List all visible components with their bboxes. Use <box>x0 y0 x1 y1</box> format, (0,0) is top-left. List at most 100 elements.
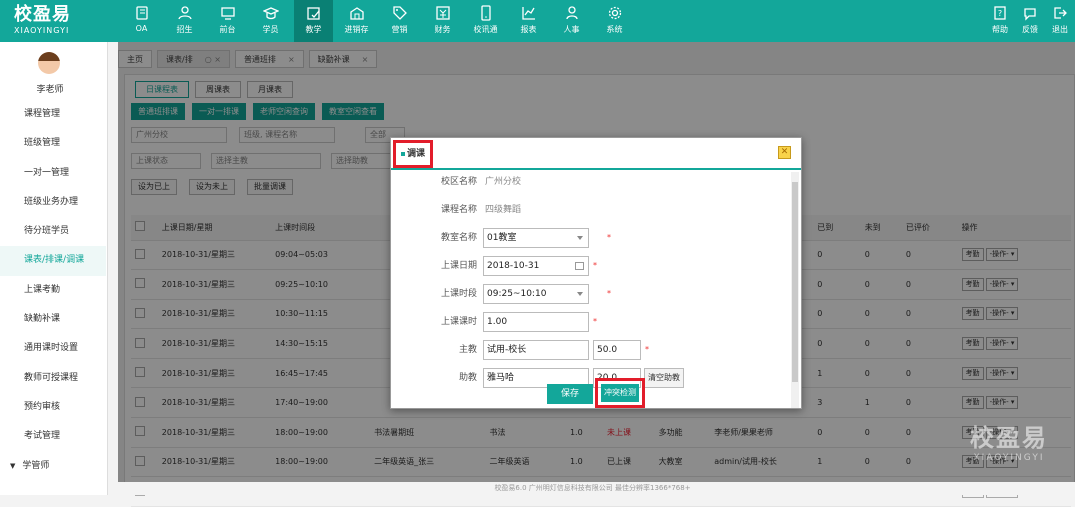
course-value: 四级舞蹈 <box>485 205 522 215</box>
users-icon <box>177 6 192 20</box>
sidebar-item[interactable]: 班级管理 <box>0 129 106 158</box>
sidebar-item[interactable]: 课表/排课/调课 <box>0 246 106 276</box>
required-star: * <box>607 233 611 242</box>
nav-item-yuan[interactable]: 财务 <box>423 0 462 42</box>
help-icon: ? <box>994 6 1006 20</box>
save-button[interactable]: 保存 <box>547 384 593 404</box>
nav-item-warehouse[interactable]: 进销存 <box>337 0 376 42</box>
nav-item-chart[interactable]: 报表 <box>509 0 548 42</box>
date-input[interactable]: 2018-10-31 <box>483 256 589 276</box>
nav-item-label: 进销存 <box>344 25 369 34</box>
nav-item-label: 前台 <box>219 25 236 34</box>
warehouse-icon <box>349 7 364 20</box>
sidebar: 李老师 课程管理 班级管理 一对一管理 班级业务办理 待分班学员 课表/排课/调课 上课考勤… <box>0 42 108 495</box>
nav-item-label: 人事 <box>563 25 580 34</box>
chevron-down-icon <box>577 236 583 240</box>
sidebar-item[interactable]: 班级业务办理 <box>0 188 106 217</box>
nav-item-label: 报表 <box>520 25 537 34</box>
sidebar-group[interactable]: ▼ 学管师 <box>0 452 106 481</box>
tag-icon <box>392 6 407 20</box>
reschedule-dialog: 调课 ✕ 校区名称 广州分校 课程名称 四级舞蹈 教室名称 01教室 * 上课日… <box>390 137 802 409</box>
nav-item-logout[interactable]: 退出 <box>1045 0 1075 42</box>
nav-item-person[interactable]: 人事 <box>552 0 591 42</box>
watermark: 校盈易 XIAOYINGYI <box>970 418 1048 463</box>
teacher-label: 主教 <box>458 345 477 355</box>
watermark-cn: 校盈易 <box>970 424 1048 452</box>
campus-value: 广州分校 <box>485 177 522 187</box>
sidebar-item[interactable]: 考试管理 <box>0 422 106 451</box>
nav-item-notebook[interactable]: OA <box>122 0 161 42</box>
yuan-icon <box>435 6 450 20</box>
nav-item-label: 帮助 <box>992 25 1008 34</box>
watermark-en: XIAOYINGYI <box>973 453 1045 463</box>
room-label: 教室名称 <box>440 233 477 243</box>
dialog-body: 校区名称 广州分校 课程名称 四级舞蹈 教室名称 01教室 * 上课日期 201… <box>391 172 789 408</box>
nav-item-tag[interactable]: 营销 <box>380 0 419 42</box>
chart-icon <box>521 7 535 20</box>
date-label: 上课日期 <box>440 261 477 271</box>
clear-assistant-button[interactable]: 清空助教 <box>644 368 684 388</box>
nav-item-label: 反馈 <box>1022 25 1038 34</box>
brand-logo: 校盈易 XIAOYINGYI <box>14 4 104 38</box>
nav-item-phone[interactable]: 校讯通 <box>466 0 505 42</box>
nav-item-users[interactable]: 招生 <box>165 0 204 42</box>
sidebar-group-label: 学管师 <box>22 460 50 471</box>
sidebar-item[interactable]: 预约审核 <box>0 393 106 422</box>
hours-label: 上课课时 <box>440 317 477 327</box>
time-label: 上课时段 <box>440 289 477 299</box>
required-star: * <box>607 289 611 298</box>
nav-item-label: 招生 <box>176 25 193 34</box>
teaching-icon <box>306 7 320 20</box>
footer: 校盈易6.0 广州明灯信息科技有限公司 最佳分辨率1366*768+ <box>110 482 1075 495</box>
teacher-rate-input[interactable]: 50.0 <box>593 340 641 360</box>
dialog-header: 调课 ✕ <box>391 138 801 170</box>
calendar-icon[interactable] <box>575 262 584 270</box>
teacher-input[interactable]: 试用-校长 <box>483 340 589 360</box>
nav-item-graduation-cap[interactable]: 学员 <box>251 0 290 42</box>
time-select[interactable]: 09:25~10:10 <box>483 284 589 304</box>
nav-item-label: 退出 <box>1052 25 1068 34</box>
nav-item-label: 校讯通 <box>473 25 498 34</box>
close-icon[interactable]: ✕ <box>778 146 791 159</box>
dialog-title: 调课 <box>393 140 433 168</box>
nav-item-feedback[interactable]: 反馈 <box>1015 0 1045 42</box>
feedback-icon <box>1024 8 1036 21</box>
notebook-icon <box>135 6 148 20</box>
required-star: * <box>645 345 649 354</box>
sidebar-item[interactable]: 通用课时设置 <box>0 334 106 363</box>
sidebar-menu: 课程管理 班级管理 一对一管理 班级业务办理 待分班学员 课表/排课/调课 上课考勤 缺勤补课… <box>0 100 106 481</box>
nav-item-label: 营销 <box>391 25 408 34</box>
campus-label: 校区名称 <box>440 177 477 187</box>
sidebar-item[interactable]: 上课考勤 <box>0 276 106 305</box>
nav-item-help[interactable]: ? 帮助 <box>985 0 1015 42</box>
nav-item-gear[interactable]: 系统 <box>595 0 634 42</box>
conflict-check-button[interactable]: 冲突检测 <box>601 384 639 402</box>
hours-input[interactable]: 1.00 <box>483 312 589 332</box>
nav-item-monitor[interactable]: 前台 <box>208 0 247 42</box>
graduation-cap-icon <box>262 7 279 20</box>
nav-item-label: 财务 <box>434 25 451 34</box>
room-select[interactable]: 01教室 <box>483 228 589 248</box>
avatar[interactable] <box>38 52 60 74</box>
phone-icon <box>480 5 491 21</box>
conflict-check-highlight: 冲突检测 <box>595 378 645 408</box>
sidebar-item[interactable]: 教师可授课程 <box>0 364 106 393</box>
required-star: * <box>593 317 597 326</box>
svg-text:?: ? <box>998 9 1002 18</box>
scrollbar-thumb[interactable] <box>792 182 798 382</box>
gear-icon <box>608 6 621 20</box>
sidebar-item[interactable]: 缺勤补课 <box>0 305 106 334</box>
nav-item-label: 学员 <box>262 25 279 34</box>
chevron-down-icon: ▼ <box>10 461 16 470</box>
chevron-down-icon <box>577 292 583 296</box>
sidebar-item[interactable]: 一对一管理 <box>0 159 106 188</box>
nav-item-label: 系统 <box>606 25 623 34</box>
sidebar-item[interactable]: 待分班学员 <box>0 217 106 246</box>
required-star: * <box>593 261 597 270</box>
top-navigation-bar: 校盈易 XIAOYINGYI OA 招生 前台 学员 教学 进销存 营销 财务 校讯通 报表 人事 系… <box>0 0 1075 42</box>
logout-icon <box>1054 7 1067 19</box>
nav-item-teaching[interactable]: 教学 <box>294 0 333 42</box>
dialog-scrollbar[interactable] <box>791 172 799 408</box>
sidebar-item[interactable]: 课程管理 <box>0 100 106 129</box>
brand-name-en: XIAOYINGYI <box>14 26 70 35</box>
